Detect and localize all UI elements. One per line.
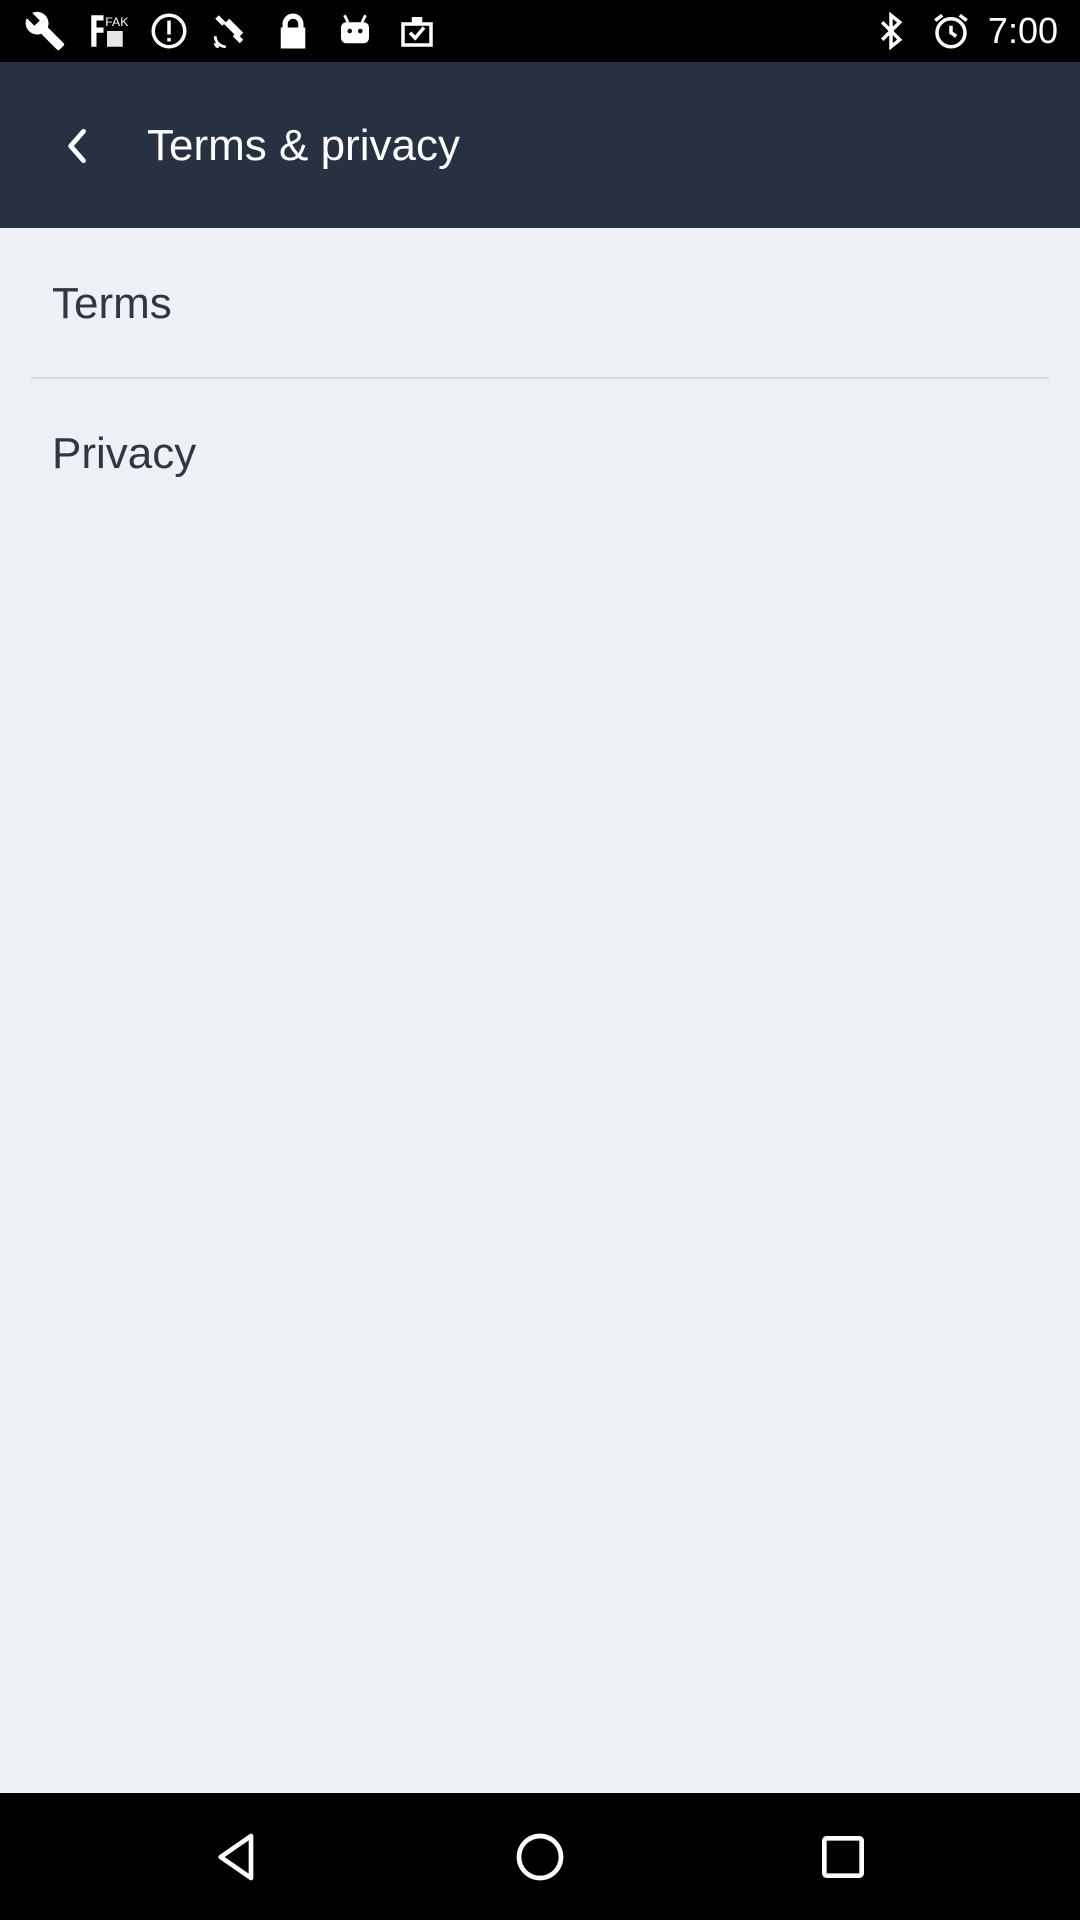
svg-text:FAKE: FAKE bbox=[105, 15, 128, 29]
status-right-icons: 7:00 bbox=[868, 8, 1058, 54]
nav-back-button[interactable] bbox=[197, 1817, 277, 1897]
list-item-terms[interactable]: Terms bbox=[0, 228, 1080, 376]
list-item-label: Privacy bbox=[52, 429, 197, 478]
clipboard-check-icon bbox=[394, 8, 440, 54]
screen: FAKE 7:00 bbox=[0, 0, 1080, 1920]
page-title: Terms & privacy bbox=[147, 121, 460, 170]
bluetooth-icon bbox=[868, 8, 914, 54]
back-triangle-icon bbox=[218, 1833, 254, 1881]
status-bar: FAKE 7:00 bbox=[0, 0, 1080, 62]
android-icon bbox=[332, 8, 378, 54]
home-circle-icon bbox=[516, 1833, 564, 1881]
alert-circle-icon bbox=[146, 8, 192, 54]
navigation-bar bbox=[0, 1793, 1080, 1920]
chevron-left-icon bbox=[68, 128, 86, 164]
satellite-icon bbox=[208, 8, 254, 54]
status-left-icons: FAKE bbox=[22, 8, 440, 54]
nav-recents-button[interactable] bbox=[803, 1817, 883, 1897]
alarm-icon bbox=[928, 8, 974, 54]
recents-square-icon bbox=[822, 1836, 864, 1878]
back-button[interactable] bbox=[40, 108, 116, 184]
settings-list: Terms Privacy bbox=[0, 228, 1080, 1793]
lock-icon bbox=[270, 8, 316, 54]
list-item-label: Terms bbox=[52, 279, 172, 328]
list-item-privacy[interactable]: Privacy bbox=[0, 378, 1080, 526]
wrench-icon bbox=[22, 8, 68, 54]
fake-gps-icon: FAKE bbox=[84, 8, 130, 54]
app-bar: Terms & privacy bbox=[0, 62, 1080, 228]
status-time: 7:00 bbox=[987, 10, 1058, 51]
nav-home-button[interactable] bbox=[500, 1817, 580, 1897]
